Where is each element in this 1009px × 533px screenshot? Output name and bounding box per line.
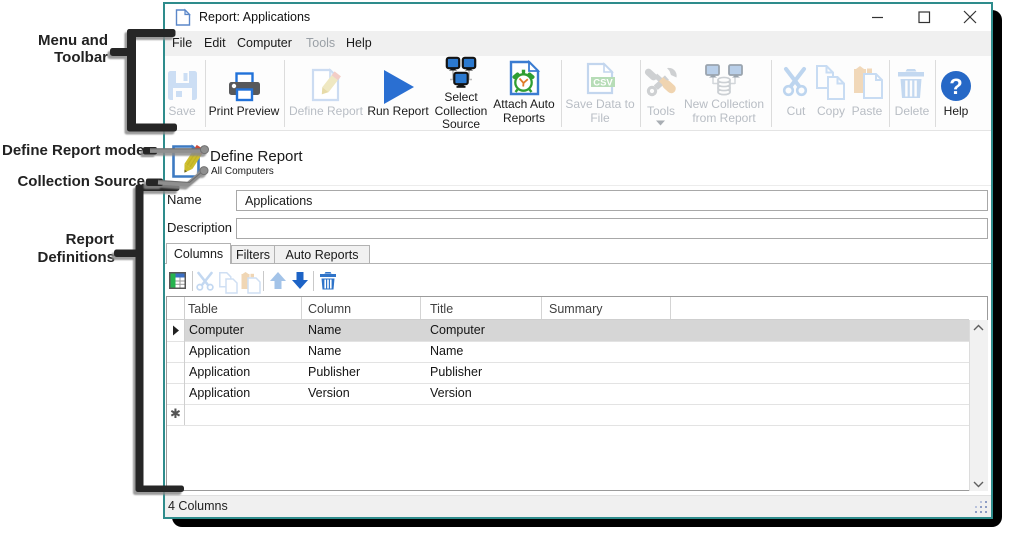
svg-text:?: ? — [949, 74, 962, 99]
svg-text:CSV: CSV — [593, 78, 613, 89]
